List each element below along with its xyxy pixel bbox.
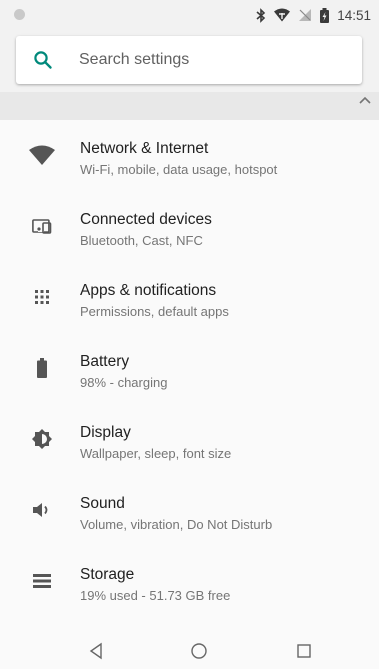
item-title: Storage <box>80 566 135 583</box>
item-subtitle: Bluetooth, Cast, NFC <box>80 233 203 248</box>
item-subtitle: 19% used - 51.73 GB free <box>80 588 231 603</box>
apps-icon <box>27 282 57 312</box>
search-icon <box>34 51 52 69</box>
status-icons: 14:51 <box>256 6 371 24</box>
search-area: Search settings <box>0 30 379 92</box>
brightness-icon <box>27 424 57 454</box>
suggestions-collapse-bar[interactable] <box>0 92 379 120</box>
home-icon[interactable] <box>190 642 208 660</box>
item-subtitle: Permissions, default apps <box>80 304 229 319</box>
wifi-icon <box>274 8 291 22</box>
recents-icon[interactable] <box>296 642 312 660</box>
item-title: Display <box>80 424 131 441</box>
search-input[interactable]: Search settings <box>16 36 362 84</box>
battery-icon <box>27 353 57 383</box>
item-title: Network & Internet <box>80 140 209 157</box>
settings-item-display[interactable]: Display Wallpaper, sleep, font size <box>0 404 379 475</box>
battery-icon <box>320 7 330 23</box>
settings-item-apps[interactable]: Apps & notifications Permissions, defaul… <box>0 262 379 333</box>
settings-list: Network & Internet Wi-Fi, mobile, data u… <box>0 120 379 633</box>
item-subtitle: Wallpaper, sleep, font size <box>80 446 232 461</box>
no-signal-icon <box>299 9 312 21</box>
settings-item-storage[interactable]: Storage 19% used - 51.73 GB free <box>0 546 379 617</box>
item-title: Apps & notifications <box>80 282 217 299</box>
chevron-up-icon[interactable] <box>357 94 373 106</box>
item-subtitle: Volume, vibration, Do Not Disturb <box>80 517 273 532</box>
settings-item-network[interactable]: Network & Internet Wi-Fi, mobile, data u… <box>0 120 379 191</box>
navigation-bar <box>0 633 379 669</box>
volume-icon <box>27 495 57 525</box>
item-title: Connected devices <box>80 211 212 228</box>
search-placeholder: Search settings <box>79 51 190 68</box>
settings-item-battery[interactable]: Battery 98% - charging <box>0 333 379 404</box>
settings-item-sound[interactable]: Sound Volume, vibration, Do Not Disturb <box>0 475 379 546</box>
storage-icon <box>27 566 57 596</box>
devices-icon <box>27 211 57 241</box>
back-icon[interactable] <box>88 642 104 660</box>
status-bar: 14:51 <box>0 0 379 30</box>
item-title: Sound <box>80 495 125 512</box>
item-subtitle: 98% - charging <box>80 375 168 390</box>
item-title: Battery <box>80 353 130 370</box>
bluetooth-icon <box>256 7 266 23</box>
settings-item-connected-devices[interactable]: Connected devices Bluetooth, Cast, NFC <box>0 191 379 262</box>
item-subtitle: Wi-Fi, mobile, data usage, hotspot <box>80 162 278 177</box>
status-time: 14:51 <box>337 7 371 23</box>
wifi-icon <box>27 140 57 170</box>
notification-dot-icon <box>14 9 25 20</box>
